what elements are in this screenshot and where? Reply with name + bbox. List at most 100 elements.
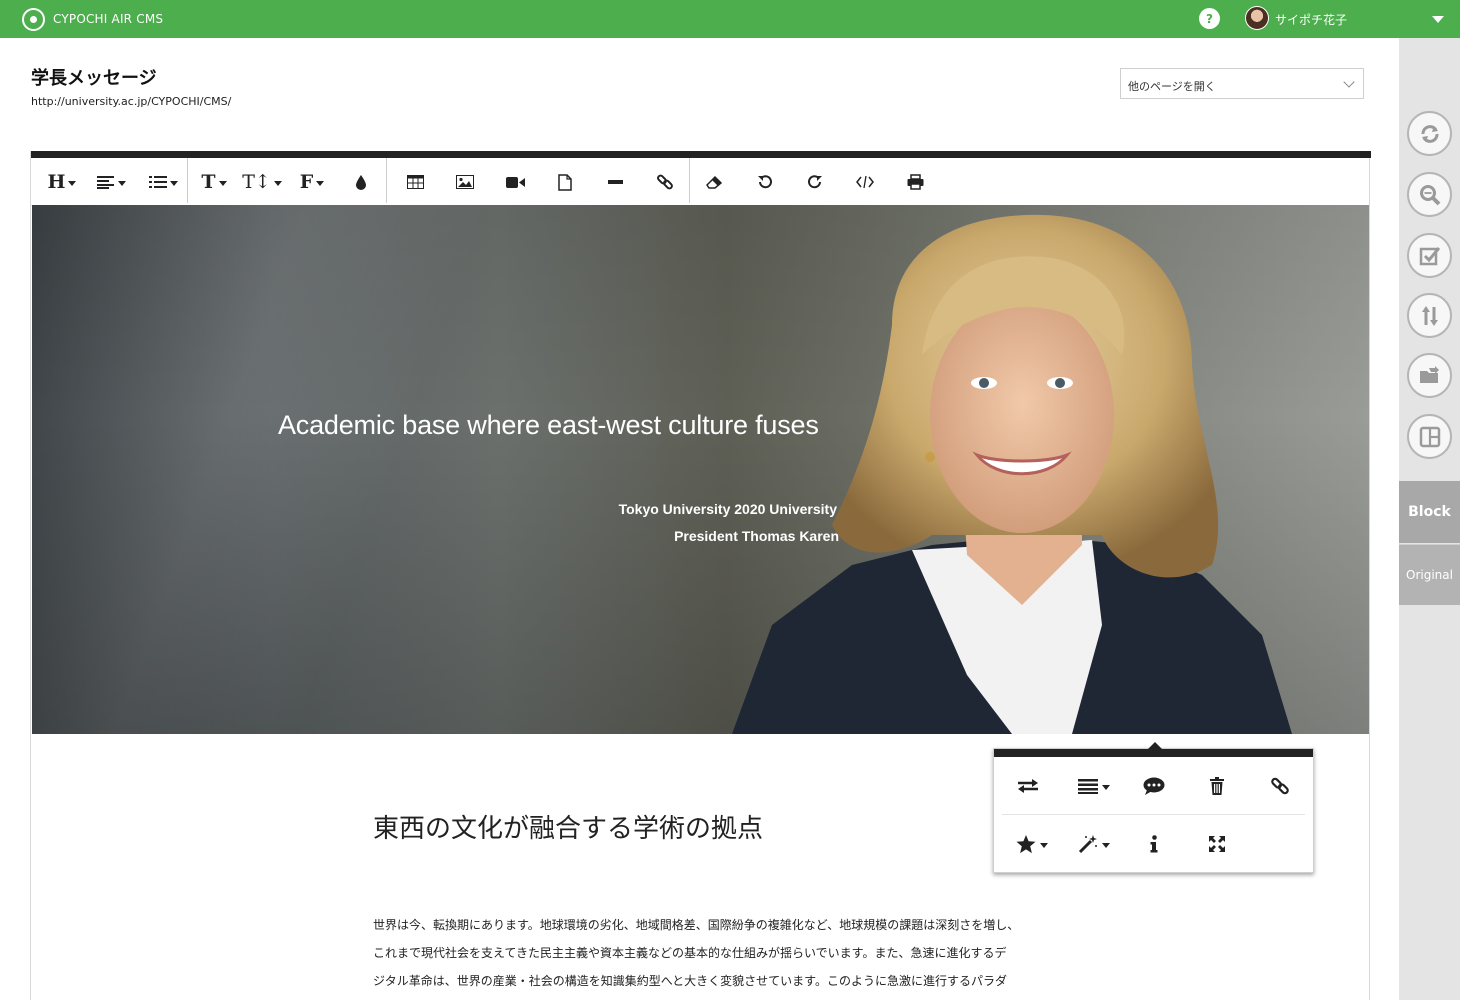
refresh-button[interactable] [1407,111,1452,156]
tab-original[interactable]: Original [1399,544,1460,605]
align-left-icon [96,176,114,189]
folder-open-icon [1419,365,1439,383]
horizontal-rule-icon [607,180,623,184]
list-button[interactable] [145,165,181,199]
sort-updown-icon [1421,305,1438,326]
expand-icon [1209,836,1225,852]
eraser-icon [706,175,723,189]
swap-icon [1018,779,1038,793]
app-title: CYPOCHI AIR CMS [53,12,164,26]
popup-divider [1002,814,1305,815]
toolbar-separator [386,158,387,203]
magic-effects-button[interactable] [1070,827,1118,861]
comment-button[interactable] [1134,769,1174,803]
link-icon [657,174,673,190]
file-icon [558,173,572,191]
video-button[interactable] [503,165,527,199]
lines-icon [1078,779,1098,794]
heading-icon: H [47,171,66,193]
file-button[interactable] [553,165,577,199]
video-icon [505,176,525,188]
preview-button[interactable] [1407,172,1452,217]
list-icon [148,176,167,188]
align-button[interactable] [93,165,129,199]
content-paragraph-line[interactable]: ジタル革命は、世界の産業・社会の構造を知識集約型へと大きく変貌させています。この… [373,967,1033,995]
droplet-icon [356,175,366,190]
avatar[interactable] [1245,6,1269,30]
link-icon [1271,777,1289,795]
layout-button[interactable] [1407,414,1452,459]
undo-button[interactable] [753,165,777,199]
text-size-icon: T↕ [242,171,271,193]
editor-toolbar: H T T↕ F [31,158,1369,206]
open-other-page-label: 他のページを開く [1128,80,1216,93]
open-other-page-select[interactable]: 他のページを開く [1120,68,1364,99]
logo-icon [22,7,45,31]
layout-icon [1419,426,1440,447]
image-button[interactable] [453,165,477,199]
toolbar-separator [187,158,188,203]
swap-block-button[interactable] [1008,769,1048,803]
user-name[interactable]: サイポチ花子 [1275,11,1347,28]
page-title: 学長メッセージ [31,68,157,89]
print-button[interactable] [903,165,927,199]
table-button[interactable] [403,165,427,199]
help-button[interactable]: ? [1199,8,1220,29]
preview-zoom-icon [1419,184,1440,205]
text-style-button[interactable]: T [197,165,231,199]
redo-icon [808,175,822,189]
link-button[interactable] [653,165,677,199]
approve-checkbox-icon [1419,246,1440,265]
font-button[interactable]: F [295,165,329,199]
hero-subtitle-university: Tokyo University 2020 University [618,501,837,517]
approve-button[interactable] [1407,233,1452,278]
block-popup-toolbar [993,742,1314,873]
sort-button[interactable] [1407,293,1452,338]
hero-headline: Academic base where east-west culture fu… [278,410,819,440]
star-icon [1016,834,1036,853]
user-menu-caret-icon[interactable] [1432,16,1444,23]
popup-top-border [994,749,1313,757]
refresh-icon [1421,124,1438,143]
image-icon [456,175,474,189]
info-icon [1150,835,1158,853]
content-heading[interactable]: 東西の文化が融合する学術の拠点 [373,808,763,845]
table-icon [406,175,424,189]
print-icon [907,174,923,190]
color-button[interactable] [349,165,373,199]
top-bar: CYPOCHI AIR CMS ? サイポチ花子 [0,0,1460,38]
redo-button[interactable] [803,165,827,199]
undo-icon [758,175,772,189]
code-icon [856,175,874,189]
content-paragraph-line[interactable]: 世界は今、転換期にあります。地球環境の劣化、地域間格差、国際紛争の複雑化など、地… [373,911,1033,939]
hero-subtitle-president: President Thomas Karen [674,528,839,544]
editor-top-border [31,151,1371,158]
clear-format-button[interactable] [703,165,727,199]
hero-image[interactable]: Academic base where east-west culture fu… [32,205,1369,734]
favorite-button[interactable] [1008,827,1056,861]
heading-button[interactable]: H [45,165,79,199]
delete-block-button[interactable] [1197,769,1237,803]
block-link-button[interactable] [1260,769,1300,803]
page-url: http://university.ac.jp/CYPOCHI/CMS/ [31,95,232,108]
content-paragraph-line[interactable]: これまで現代社会を支えてきた民主主義や資本主義などの基本的な仕組みが揺らいでいま… [373,939,1033,967]
trash-icon [1210,777,1224,795]
president-portrait-image [732,214,1292,734]
comment-icon [1143,777,1165,795]
text-size-button[interactable]: T↕ [242,165,282,199]
app-logo[interactable]: CYPOCHI AIR CMS [22,7,164,31]
right-sidebar: Block Original [1399,38,1460,1000]
fullscreen-button[interactable] [1197,827,1237,861]
tab-block[interactable]: Block [1399,481,1460,543]
horizontal-rule-button[interactable] [603,165,627,199]
source-code-button[interactable] [853,165,877,199]
block-layout-button[interactable] [1070,769,1118,803]
toolbar-separator [689,158,690,203]
chevron-down-icon [1343,76,1355,88]
font-icon: F [299,171,314,193]
open-folder-button[interactable] [1407,353,1452,398]
info-button[interactable] [1134,827,1174,861]
magic-wand-icon [1078,835,1097,854]
text-style-icon: T [201,171,216,193]
popup-pointer [1148,742,1162,749]
